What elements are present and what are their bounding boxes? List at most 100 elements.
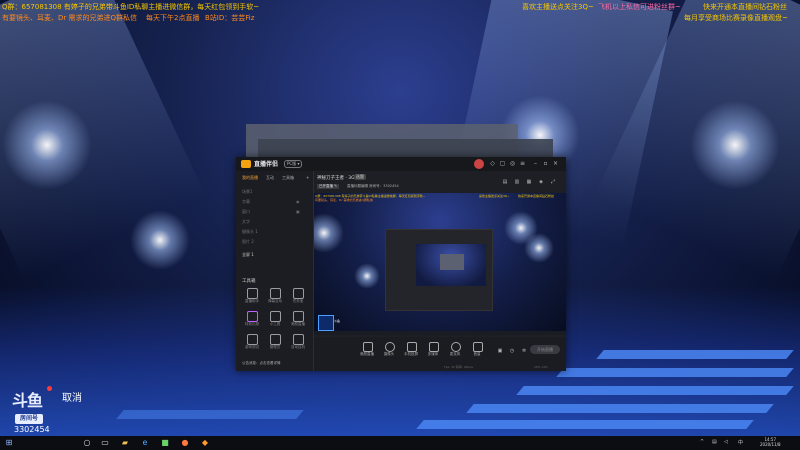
overlay-equipment-note: 有要镜头、耳麦、Dr 需求的兄弟进Q群私信 [2, 14, 138, 22]
preview-overlay-text: 有要镜头、耳麦、Dr 需求的兄弟进Q群私信 [315, 198, 373, 202]
stream-info: 直播标题编辑 房间号：3302454 [347, 184, 399, 188]
tools-title: 工具箱 [242, 279, 256, 284]
tab-my-live[interactable]: 我的直播 [242, 175, 258, 181]
beauty-live-button[interactable]: 美颜直播 [356, 342, 378, 360]
timer-icon[interactable]: ◷ [509, 348, 515, 354]
tool-label: 管理员 [269, 345, 281, 349]
overlay-bilibili-id: B站ID：芸芸Fiz [205, 14, 255, 22]
room-badge: 房间号 [15, 414, 43, 424]
input-method[interactable]: 中 [738, 439, 743, 446]
save-icon[interactable]: ▤ [502, 179, 508, 185]
taskview-icon[interactable]: ▭ [100, 438, 110, 448]
record-icon[interactable]: ▣ [497, 348, 503, 354]
tool-icon [293, 334, 304, 345]
streaming-app-window[interactable]: 直播伴侣 PC版 ▾ ◇ ▢ ◎ ≡ – ▫ × 我的直播 互动 工具箱 + 场… [236, 157, 566, 371]
tool-label: 自动挂机 [291, 345, 305, 349]
tab-interaction[interactable]: 互动 [266, 175, 274, 181]
overlay-fan-group: 飞机以上私信可进粉丝群~ [598, 3, 681, 11]
add-scene-button[interactable]: + [306, 175, 309, 180]
cpu-status: CPU 14% [534, 365, 548, 369]
delete-icon[interactable]: ▥ [514, 179, 520, 185]
volume-icon[interactable]: ◁ [724, 439, 728, 445]
sidebar-item-scene[interactable]: 场景1 [242, 189, 253, 195]
notification-icon[interactable]: ◇ [489, 160, 496, 167]
tab-toolbox[interactable]: 工具箱 [282, 175, 294, 181]
edit-live-button[interactable]: 已开直播 ✎ [317, 184, 340, 189]
search-icon[interactable]: ○ [82, 438, 92, 448]
tray-arrow-icon[interactable]: ^ [700, 439, 704, 445]
stream-preview[interactable]: Q群：657081308 有婷子的兄弟带斗鱼ID私聊主播进微信群，每天红包领到手… [314, 193, 566, 335]
store-icon[interactable]: ■ [160, 438, 170, 448]
media-icon [429, 342, 439, 352]
sidebar-item-window[interactable]: 窗口 [242, 209, 250, 215]
sidebar-scene-fullscreen[interactable]: 全屏 1 [242, 252, 254, 258]
phone-cast-button[interactable]: 手机投屏 [400, 342, 422, 360]
app-titlebar[interactable]: 直播伴侣 PC版 ▾ ◇ ▢ ◎ ≡ – ▫ × [236, 157, 566, 171]
douyu-icon[interactable]: ◆ [200, 438, 210, 448]
camera-icon [385, 342, 395, 352]
maximize-icon[interactable]: ▫ [542, 160, 549, 167]
tool-game-test[interactable]: 游戏测试 [240, 334, 264, 352]
tool-live-assistant[interactable]: 直播助手 [240, 288, 264, 306]
stage-light [504, 211, 538, 245]
tool-icon [247, 334, 258, 345]
media-button[interactable]: 多媒体 [422, 342, 444, 360]
tool-admin[interactable]: 管理员 [263, 334, 287, 352]
start-live-button[interactable]: 开始直播 [530, 345, 560, 354]
settings-icon[interactable]: ≡ [519, 160, 526, 167]
overlay-diamond-fan: 快来开通本直播间钻石粉丝 [703, 3, 787, 11]
topic-badge[interactable]: 选题 [354, 174, 366, 180]
eye-icon[interactable]: ◉ [296, 199, 300, 204]
camera-button[interactable]: 摄像头 [378, 342, 400, 360]
beauty-icon [363, 342, 373, 352]
volume-button[interactable]: 音量 [466, 342, 488, 360]
windows-taskbar: ⊞ ○ ▭ ▰ e ■ ● ◆ ^ ▤ ◁ 中 14:57 2020/11/8 [0, 436, 800, 450]
preview-overlay-text: 快来开通本直播间钻石粉丝 [518, 194, 555, 198]
minimize-icon[interactable]: – [532, 160, 539, 167]
lock-icon[interactable]: ▣ [296, 209, 300, 214]
tool-task[interactable]: 任务宝 [286, 288, 310, 306]
tool-gift-effects[interactable]: 特效礼物 [240, 311, 264, 329]
preview-taskbar [314, 331, 566, 335]
button-label: 摄像头 [383, 352, 395, 356]
button-label: 美颜直播 [360, 352, 374, 356]
overlay-qq-group: Q群：657081308 有婷子的兄弟带斗鱼ID私聊主播进微信群，每天红包领到手… [2, 3, 260, 11]
room-id: 3302454 [14, 425, 50, 434]
skin-icon[interactable]: ◎ [509, 160, 516, 167]
clock[interactable]: 14:57 2020/11/8 [760, 437, 781, 447]
tool-icon [247, 288, 258, 299]
microphone-button[interactable]: 麦克风 [444, 342, 466, 360]
qq-icon[interactable]: ● [180, 438, 190, 448]
gear-icon[interactable]: ✲ [521, 348, 527, 354]
tool-auto-idle[interactable]: 自动挂机 [286, 334, 310, 352]
explorer-icon[interactable]: ▰ [120, 438, 130, 448]
stage-light [524, 233, 554, 263]
stage-light [130, 210, 190, 270]
close-icon[interactable]: × [552, 160, 559, 167]
tool-small-tools[interactable]: 小工具 [263, 311, 287, 329]
tool-icon [270, 334, 281, 345]
sidebar-footer-notice[interactable]: 公告消息：点击查看详情 [242, 361, 281, 366]
network-icon[interactable]: ▤ [712, 439, 717, 445]
edge-icon[interactable]: e [140, 438, 150, 448]
message-icon[interactable]: ▢ [499, 160, 506, 167]
app-version-dropdown[interactable]: PC版 ▾ [284, 160, 303, 168]
tool-label: 直播助手 [245, 299, 259, 303]
windows-icon[interactable]: ⊞ [4, 438, 14, 448]
sidebar-item-camera[interactable]: 摄像头 1 [242, 229, 258, 235]
avatar[interactable] [474, 159, 484, 169]
fullscreen-icon[interactable]: ⤢ [550, 179, 556, 185]
sidebar-item-text[interactable]: 文字 [242, 219, 250, 225]
share-icon[interactable]: ◈ [538, 179, 544, 185]
light-beam [0, 0, 206, 281]
sidebar-item-image[interactable]: 图片 2 [242, 239, 254, 245]
tool-beauty[interactable]: 美颜直播 [286, 311, 310, 329]
tool-icon [270, 311, 281, 322]
nested-app-window [385, 229, 493, 311]
tool-danmaku[interactable]: 弹幕互动 [263, 288, 287, 306]
grid-icon[interactable]: ▦ [526, 179, 532, 185]
sidebar-item-subtitle[interactable]: 字幕 [242, 199, 250, 205]
floor-stripe [596, 350, 794, 359]
cancel-label[interactable]: 取消 [62, 389, 82, 404]
overlay-follow: 喜欢主播送点关注3Q~ [522, 3, 594, 11]
